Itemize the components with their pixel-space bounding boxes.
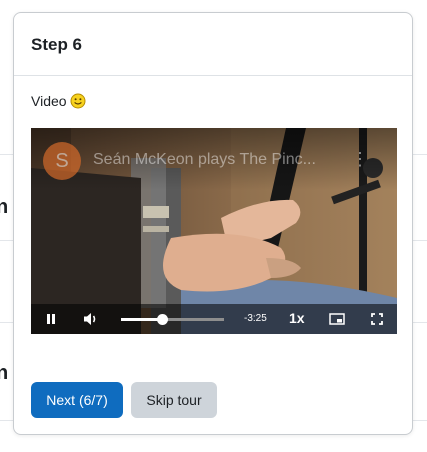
- pip-icon: [329, 313, 345, 325]
- step-body: Video: [31, 93, 86, 109]
- tour-step-popover: Step 6 Video S Seán McKeon plays The Pin…: [13, 12, 413, 435]
- more-icon[interactable]: ⋮: [351, 150, 369, 168]
- step-title: Step 6: [31, 35, 83, 54]
- time-remaining: -3:25: [244, 313, 267, 324]
- fullscreen-icon: [371, 313, 383, 325]
- volume-button[interactable]: [79, 304, 103, 334]
- video-title[interactable]: Seán McKeon plays The Pinc...: [93, 151, 363, 169]
- progress-bar[interactable]: [121, 314, 224, 325]
- smiley-icon: [70, 93, 86, 109]
- video-controls: -3:25 1x: [31, 304, 397, 334]
- step-body-text: Video: [31, 93, 67, 109]
- volume-icon: [84, 313, 96, 325]
- pause-icon: [47, 314, 55, 324]
- progress-knob[interactable]: [157, 314, 169, 325]
- skip-tour-button[interactable]: Skip tour: [131, 382, 217, 418]
- background-letter: n: [0, 196, 9, 218]
- next-step-button[interactable]: Next (6/7): [31, 382, 123, 418]
- channel-avatar[interactable]: S: [43, 142, 81, 180]
- progress-fill: [121, 318, 163, 321]
- playback-speed-button[interactable]: 1x: [289, 310, 305, 326]
- picture-in-picture-button[interactable]: [325, 304, 349, 334]
- video-player[interactable]: S Seán McKeon plays The Pinc... ⋮ -3:25: [31, 128, 397, 334]
- pause-button[interactable]: [39, 304, 63, 334]
- background-letter: n: [0, 362, 9, 384]
- fullscreen-button[interactable]: [365, 304, 389, 334]
- header-divider: [14, 75, 412, 76]
